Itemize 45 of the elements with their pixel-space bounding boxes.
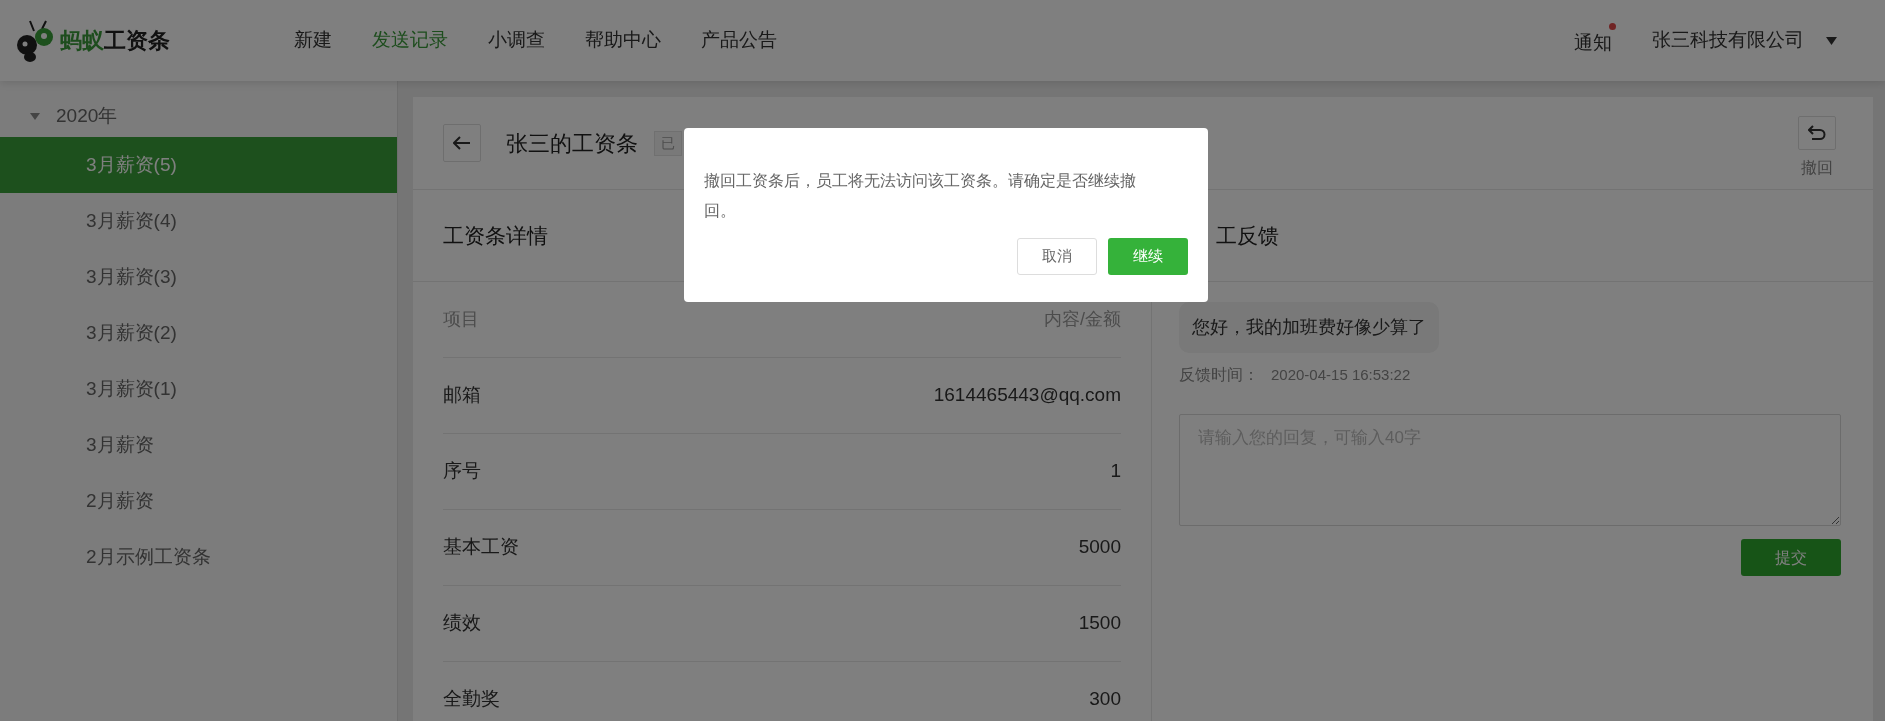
company-menu[interactable]: 张三科技有限公司 (1652, 26, 1837, 55)
sidebar-item[interactable]: 3月薪资(4) (0, 193, 397, 249)
table-cell-text: 1 (1110, 459, 1121, 484)
nav-link[interactable]: 新建 (294, 26, 332, 55)
dialog-message: 撤回工资条后，员工将无法访问该工资条。请确定是否继续撤回。 (704, 171, 1137, 221)
revoke-button[interactable] (1798, 116, 1836, 150)
table-cell-text: 300 (1089, 687, 1121, 712)
sidebar-item[interactable]: 3月薪资 (0, 417, 397, 473)
caret-icon (30, 112, 40, 120)
nav-link[interactable]: 帮助中心 (585, 26, 661, 55)
ant-logo-icon (16, 18, 56, 63)
cancel-button[interactable]: 取消 (1017, 238, 1097, 275)
undo-icon (1808, 125, 1826, 141)
section-title: 工资条详情 (443, 222, 548, 249)
back-arrow-icon (453, 136, 471, 150)
sidebar-item[interactable]: 2月薪资 (0, 473, 397, 529)
table-cell-text: 邮箱 (443, 383, 481, 408)
time-label: 反馈时间： (1179, 365, 1259, 385)
back-button[interactable] (443, 124, 481, 162)
table-cell-text: 5000 (1078, 535, 1121, 560)
message-bubble: 您好，我的加班费好像少算了 (1179, 302, 1439, 353)
year-group[interactable]: 2020年 (0, 95, 397, 137)
sidebar-item[interactable]: 3月薪资(1) (0, 361, 397, 417)
sidebar-item[interactable]: 3月薪资(2) (0, 305, 397, 361)
section-title: 工反馈 (1216, 222, 1279, 249)
sidebar-item[interactable]: 3月薪资(5) (0, 137, 397, 193)
payslip-title: 张三的工资条 (506, 129, 638, 158)
table-cell-text: 全勤奖 (443, 687, 500, 712)
nav-link[interactable]: 发送记录 (372, 26, 448, 55)
feedback-time: 2020-04-15 16:53:22 (1271, 364, 1411, 385)
caret-icon (1826, 36, 1837, 45)
table-cell-text: 1500 (1078, 611, 1121, 636)
notification-link[interactable]: 通知 (1574, 32, 1612, 54)
table-cell-text: 基本工资 (443, 535, 519, 560)
nav-link[interactable]: 产品公告 (701, 26, 777, 55)
revoke-label: 撤回 (1801, 158, 1833, 178)
brand-name: 蚂蚁工资条 (60, 27, 170, 55)
table-cell-text: 绩效 (443, 611, 481, 636)
sidebar-item[interactable]: 2月示例工资条 (0, 529, 397, 585)
nav-link[interactable]: 小调查 (488, 26, 545, 55)
submit-button[interactable]: 提交 (1741, 539, 1841, 576)
sidebar-item[interactable]: 3月薪资(3) (0, 249, 397, 305)
table-cell-text: 序号 (443, 459, 481, 484)
continue-button[interactable]: 继续 (1108, 238, 1188, 275)
table-cell-text: 1614465443@qq.com (933, 383, 1121, 408)
